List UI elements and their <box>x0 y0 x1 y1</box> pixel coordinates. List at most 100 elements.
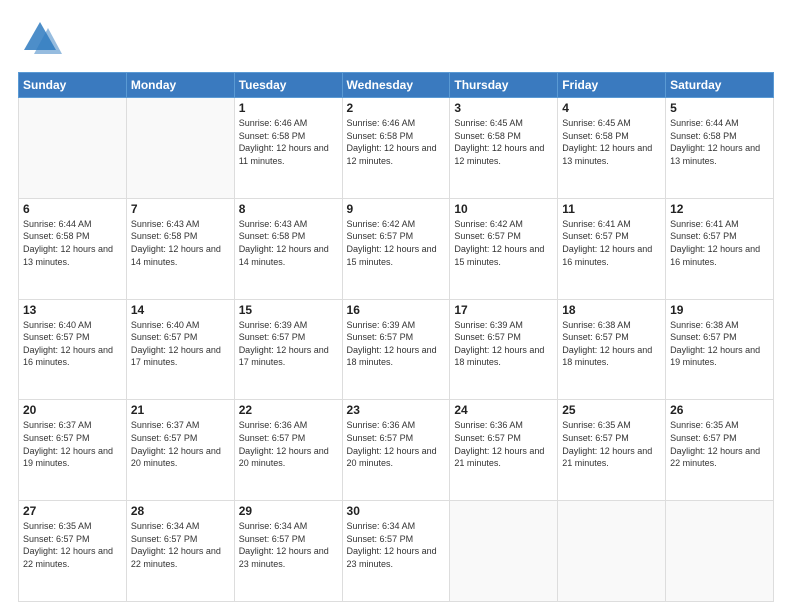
calendar-cell <box>558 501 666 602</box>
day-info: Sunrise: 6:43 AM Sunset: 6:58 PM Dayligh… <box>131 218 230 268</box>
day-number: 26 <box>670 403 769 417</box>
day-info: Sunrise: 6:40 AM Sunset: 6:57 PM Dayligh… <box>23 319 122 369</box>
calendar-cell: 4 Sunrise: 6:45 AM Sunset: 6:58 PM Daylig… <box>558 98 666 199</box>
day-number: 5 <box>670 101 769 115</box>
day-number: 25 <box>562 403 661 417</box>
day-number: 14 <box>131 303 230 317</box>
calendar-cell: 25Sunrise: 6:35 AM Sunset: 6:57 PM Dayli… <box>558 400 666 501</box>
calendar-cell: 29 Sunrise: 6:34 AM Sunset: 6:57 PM Dayli… <box>234 501 342 602</box>
calendar-cell: 20Sunrise: 6:37 AM Sunset: 6:57 PM Dayli… <box>19 400 127 501</box>
day-number: 12 <box>670 202 769 216</box>
day-number: 24 <box>454 403 553 417</box>
header <box>18 18 774 62</box>
calendar-cell <box>450 501 558 602</box>
page: SundayMondayTuesdayWednesdayThursdayFrid… <box>0 0 792 612</box>
calendar-cell: 13 Sunrise: 6:40 AM Sunset: 6:57 PM Dayli… <box>19 299 127 400</box>
day-number: 27 <box>23 504 122 518</box>
day-info: Sunrise: 6:44 AM Sunset: 6:58 PM Dayligh… <box>670 117 769 167</box>
weekday-header-wednesday: Wednesday <box>342 73 450 98</box>
day-info: Sunrise: 6:38 AM Sunset: 6:57 PM Dayligh… <box>670 319 769 369</box>
day-number: 11 <box>562 202 661 216</box>
day-info: Sunrise: 6:35 AM Sunset: 6:57 PM Dayligh… <box>670 419 769 469</box>
weekday-header-tuesday: Tuesday <box>234 73 342 98</box>
calendar-cell: 21 Sunrise: 6:37 AM Sunset: 6:57 PM Dayli… <box>126 400 234 501</box>
calendar-cell: 16Sunrise: 6:39 AM Sunset: 6:57 PM Dayli… <box>342 299 450 400</box>
day-info: Sunrise: 6:42 AM Sunset: 6:57 PM Dayligh… <box>347 218 446 268</box>
calendar-cell: 9 Sunrise: 6:42 AM Sunset: 6:57 PM Daylig… <box>342 198 450 299</box>
day-number: 1 <box>239 101 338 115</box>
calendar-cell: 22Sunrise: 6:36 AM Sunset: 6:57 PM Dayli… <box>234 400 342 501</box>
day-number: 30 <box>347 504 446 518</box>
calendar-table: SundayMondayTuesdayWednesdayThursdayFrid… <box>18 72 774 602</box>
weekday-header-thursday: Thursday <box>450 73 558 98</box>
logo-icon <box>18 18 62 62</box>
day-info: Sunrise: 6:46 AM Sunset: 6:58 PM Dayligh… <box>347 117 446 167</box>
weekday-header-saturday: Saturday <box>666 73 774 98</box>
day-number: 18 <box>562 303 661 317</box>
day-info: Sunrise: 6:39 AM Sunset: 6:57 PM Dayligh… <box>454 319 553 369</box>
day-info: Sunrise: 6:38 AM Sunset: 6:57 PM Dayligh… <box>562 319 661 369</box>
calendar-cell: 1 Sunrise: 6:46 AM Sunset: 6:58 PM Daylig… <box>234 98 342 199</box>
day-number: 9 <box>347 202 446 216</box>
calendar-cell: 11 Sunrise: 6:41 AM Sunset: 6:57 PM Dayli… <box>558 198 666 299</box>
calendar-cell: 5 Sunrise: 6:44 AM Sunset: 6:58 PM Daylig… <box>666 98 774 199</box>
weekday-header-friday: Friday <box>558 73 666 98</box>
day-info: Sunrise: 6:43 AM Sunset: 6:58 PM Dayligh… <box>239 218 338 268</box>
day-number: 10 <box>454 202 553 216</box>
day-info: Sunrise: 6:41 AM Sunset: 6:57 PM Dayligh… <box>562 218 661 268</box>
calendar-cell <box>666 501 774 602</box>
calendar-cell: 12 Sunrise: 6:41 AM Sunset: 6:57 PM Dayli… <box>666 198 774 299</box>
day-info: Sunrise: 6:45 AM Sunset: 6:58 PM Dayligh… <box>562 117 661 167</box>
day-info: Sunrise: 6:36 AM Sunset: 6:57 PM Dayligh… <box>347 419 446 469</box>
day-info: Sunrise: 6:34 AM Sunset: 6:57 PM Dayligh… <box>347 520 446 570</box>
calendar-cell: 19Sunrise: 6:38 AM Sunset: 6:57 PM Dayli… <box>666 299 774 400</box>
day-info: Sunrise: 6:36 AM Sunset: 6:57 PM Dayligh… <box>454 419 553 469</box>
week-row-0: 1 Sunrise: 6:46 AM Sunset: 6:58 PM Daylig… <box>19 98 774 199</box>
day-number: 28 <box>131 504 230 518</box>
day-info: Sunrise: 6:34 AM Sunset: 6:57 PM Dayligh… <box>239 520 338 570</box>
calendar-cell: 30 Sunrise: 6:34 AM Sunset: 6:57 PM Dayli… <box>342 501 450 602</box>
calendar-cell: 17 Sunrise: 6:39 AM Sunset: 6:57 PM Dayli… <box>450 299 558 400</box>
day-info: Sunrise: 6:44 AM Sunset: 6:58 PM Dayligh… <box>23 218 122 268</box>
day-info: Sunrise: 6:37 AM Sunset: 6:57 PM Dayligh… <box>131 419 230 469</box>
day-number: 7 <box>131 202 230 216</box>
day-info: Sunrise: 6:39 AM Sunset: 6:57 PM Dayligh… <box>239 319 338 369</box>
calendar-cell: 23 Sunrise: 6:36 AM Sunset: 6:57 PM Dayli… <box>342 400 450 501</box>
day-info: Sunrise: 6:40 AM Sunset: 6:57 PM Dayligh… <box>131 319 230 369</box>
day-number: 15 <box>239 303 338 317</box>
calendar-cell: 28 Sunrise: 6:34 AM Sunset: 6:57 PM Dayli… <box>126 501 234 602</box>
day-info: Sunrise: 6:35 AM Sunset: 6:57 PM Dayligh… <box>23 520 122 570</box>
week-row-4: 27 Sunrise: 6:35 AM Sunset: 6:57 PM Dayli… <box>19 501 774 602</box>
calendar-cell: 26 Sunrise: 6:35 AM Sunset: 6:57 PM Dayli… <box>666 400 774 501</box>
day-info: Sunrise: 6:34 AM Sunset: 6:57 PM Dayligh… <box>131 520 230 570</box>
day-info: Sunrise: 6:45 AM Sunset: 6:58 PM Dayligh… <box>454 117 553 167</box>
calendar-cell: 10Sunrise: 6:42 AM Sunset: 6:57 PM Dayli… <box>450 198 558 299</box>
calendar-cell: 7 Sunrise: 6:43 AM Sunset: 6:58 PM Daylig… <box>126 198 234 299</box>
calendar-cell: 8 Sunrise: 6:43 AM Sunset: 6:58 PM Daylig… <box>234 198 342 299</box>
day-info: Sunrise: 6:37 AM Sunset: 6:57 PM Dayligh… <box>23 419 122 469</box>
week-row-1: 6Sunrise: 6:44 AM Sunset: 6:58 PM Daylig… <box>19 198 774 299</box>
day-number: 22 <box>239 403 338 417</box>
day-number: 13 <box>23 303 122 317</box>
day-number: 4 <box>562 101 661 115</box>
day-info: Sunrise: 6:46 AM Sunset: 6:58 PM Dayligh… <box>239 117 338 167</box>
day-number: 17 <box>454 303 553 317</box>
weekday-header-sunday: Sunday <box>19 73 127 98</box>
day-number: 8 <box>239 202 338 216</box>
day-number: 21 <box>131 403 230 417</box>
calendar-cell: 2Sunrise: 6:46 AM Sunset: 6:58 PM Daylig… <box>342 98 450 199</box>
day-number: 3 <box>454 101 553 115</box>
calendar-cell <box>126 98 234 199</box>
weekday-header-monday: Monday <box>126 73 234 98</box>
day-number: 29 <box>239 504 338 518</box>
day-info: Sunrise: 6:41 AM Sunset: 6:57 PM Dayligh… <box>670 218 769 268</box>
calendar-cell: 14 Sunrise: 6:40 AM Sunset: 6:57 PM Dayli… <box>126 299 234 400</box>
calendar-cell: 6Sunrise: 6:44 AM Sunset: 6:58 PM Daylig… <box>19 198 127 299</box>
calendar-cell: 27 Sunrise: 6:35 AM Sunset: 6:57 PM Dayli… <box>19 501 127 602</box>
week-row-2: 13 Sunrise: 6:40 AM Sunset: 6:57 PM Dayli… <box>19 299 774 400</box>
day-number: 23 <box>347 403 446 417</box>
calendar-cell <box>19 98 127 199</box>
day-number: 16 <box>347 303 446 317</box>
logo <box>18 18 62 62</box>
week-row-3: 20Sunrise: 6:37 AM Sunset: 6:57 PM Dayli… <box>19 400 774 501</box>
